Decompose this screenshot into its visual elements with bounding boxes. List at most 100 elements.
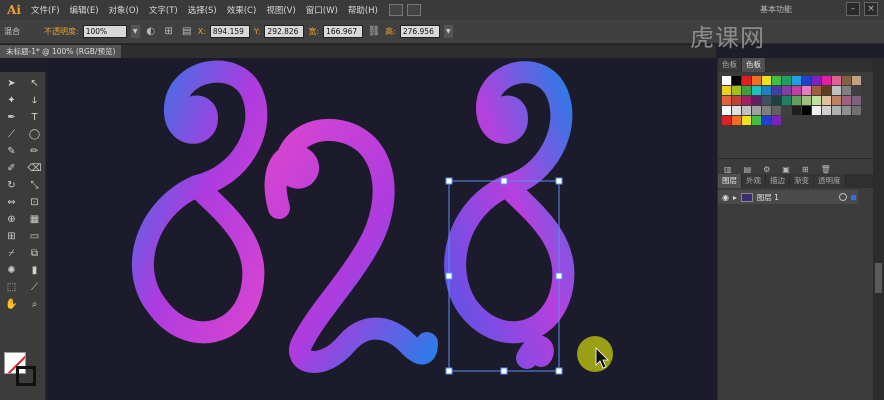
color-swatch[interactable] xyxy=(772,106,781,115)
visibility-eye-icon[interactable]: ◉ xyxy=(722,193,729,202)
gradient-tool-icon[interactable]: ▭ xyxy=(25,229,44,244)
color-swatch[interactable] xyxy=(832,76,841,85)
layer-target-icon[interactable] xyxy=(839,193,847,201)
tab-swatches[interactable]: 色板 xyxy=(742,58,766,72)
color-swatch[interactable] xyxy=(722,116,731,125)
new-color-group-icon[interactable]: ▣ xyxy=(782,165,790,174)
color-swatch[interactable] xyxy=(822,86,831,95)
x-input[interactable]: 894.159 xyxy=(209,25,250,38)
tab-gradient[interactable]: 渐变 xyxy=(790,174,814,188)
document-tab[interactable]: 未标题-1* @ 100% (RGB/预览) xyxy=(0,45,122,58)
y-input[interactable]: 292.826 xyxy=(264,25,305,38)
line-tool-icon[interactable]: ⟋ xyxy=(2,127,21,142)
menu-effect[interactable]: 效果(C) xyxy=(222,4,262,16)
tab-stroke[interactable]: 描边 xyxy=(766,174,790,188)
layer-name[interactable]: 图层 1 xyxy=(757,192,779,203)
pencil-tool-icon[interactable]: ✏ xyxy=(25,144,44,159)
menu-object[interactable]: 对象(O) xyxy=(104,4,144,16)
color-swatch[interactable] xyxy=(752,86,761,95)
color-swatch[interactable] xyxy=(812,76,821,85)
layer-selection-indicator[interactable] xyxy=(851,194,856,200)
color-swatch[interactable] xyxy=(782,96,791,105)
color-swatch[interactable] xyxy=(812,86,821,95)
color-swatch[interactable] xyxy=(832,106,841,115)
rotate-tool-icon[interactable]: ↻ xyxy=(2,178,21,193)
tab-layers[interactable]: 图层 xyxy=(718,174,742,188)
eraser-tool-icon[interactable]: ⌫ xyxy=(25,161,44,176)
color-swatch[interactable] xyxy=(732,86,741,95)
workspace-switcher[interactable]: 基本功能 xyxy=(760,4,792,15)
mesh-tool-icon[interactable]: ⊞ xyxy=(2,229,21,244)
color-swatch[interactable] xyxy=(752,96,761,105)
color-swatch[interactable] xyxy=(802,106,811,115)
color-swatch[interactable] xyxy=(822,76,831,85)
color-swatch[interactable] xyxy=(772,96,781,105)
selection-tool-icon[interactable]: ➤ xyxy=(2,76,21,91)
artboard-tool-icon[interactable]: ⬚ xyxy=(2,280,21,295)
close-icon[interactable]: × xyxy=(864,2,878,16)
delete-swatch-icon[interactable]: 🗑 xyxy=(821,165,831,174)
expand-arrow-icon[interactable]: ▸ xyxy=(733,193,737,202)
color-swatch[interactable] xyxy=(782,106,791,115)
blend-tool-icon[interactable]: ⧉ xyxy=(25,246,44,261)
bridge-button[interactable] xyxy=(388,4,403,16)
color-swatch[interactable] xyxy=(782,76,791,85)
opacity-label[interactable]: 不透明度: xyxy=(44,26,79,37)
color-swatch[interactable] xyxy=(842,106,851,115)
color-swatch[interactable] xyxy=(752,116,761,125)
height-dropdown[interactable]: ▼ xyxy=(443,25,453,38)
swatch-kind-icon[interactable]: ▤ xyxy=(744,165,752,174)
color-swatch[interactable] xyxy=(732,106,741,115)
color-swatch[interactable] xyxy=(722,106,731,115)
color-swatch[interactable] xyxy=(762,106,771,115)
shape-builder-tool-icon[interactable]: ⊕ xyxy=(2,212,21,227)
new-swatch-icon[interactable]: ⊞ xyxy=(802,165,809,174)
color-swatch[interactable] xyxy=(802,76,811,85)
width-input[interactable]: 166.967 xyxy=(323,25,364,38)
scale-tool-icon[interactable]: ⤡ xyxy=(25,178,44,193)
color-swatch[interactable] xyxy=(772,116,781,125)
reference-point-icon[interactable]: ⊞ xyxy=(162,25,176,39)
color-swatch[interactable] xyxy=(722,86,731,95)
opacity-dropdown[interactable]: ▼ xyxy=(130,25,140,38)
tab-appearance[interactable]: 外观 xyxy=(742,174,766,188)
color-swatch[interactable] xyxy=(752,106,761,115)
color-swatch[interactable] xyxy=(732,96,741,105)
swatch-options-icon[interactable]: ⚙ xyxy=(763,165,770,174)
color-swatch[interactable] xyxy=(812,96,821,105)
color-swatch[interactable] xyxy=(852,96,861,105)
color-swatch[interactable] xyxy=(742,76,751,85)
hand-tool-icon[interactable]: ✋ xyxy=(2,297,21,312)
color-swatch[interactable] xyxy=(762,86,771,95)
minimize-icon[interactable]: – xyxy=(846,2,860,16)
menu-file[interactable]: 文件(F) xyxy=(26,4,65,16)
color-swatch[interactable] xyxy=(732,76,741,85)
color-swatch[interactable] xyxy=(762,116,771,125)
color-swatch[interactable] xyxy=(852,86,861,95)
scrollbar-thumb[interactable] xyxy=(875,263,882,293)
color-swatch[interactable] xyxy=(792,86,801,95)
free-transform-tool-icon[interactable]: ⊡ xyxy=(25,195,44,210)
recolor-icon[interactable]: ◐ xyxy=(144,25,158,39)
color-swatch[interactable] xyxy=(852,106,861,115)
slice-tool-icon[interactable]: ⟋ xyxy=(25,280,44,295)
color-swatch[interactable] xyxy=(742,106,751,115)
type-tool-icon[interactable]: T xyxy=(25,110,44,125)
paintbrush-tool-icon[interactable]: ✎ xyxy=(2,144,21,159)
color-swatch[interactable] xyxy=(842,96,851,105)
color-swatch[interactable] xyxy=(822,96,831,105)
color-swatch[interactable] xyxy=(772,76,781,85)
tab-swatches-alt[interactable]: 色板 xyxy=(718,58,742,72)
panel-scrollbar[interactable] xyxy=(873,58,884,400)
color-swatch[interactable] xyxy=(792,76,801,85)
magic-wand-tool-icon[interactable]: ✦ xyxy=(2,93,21,108)
menu-select[interactable]: 选择(S) xyxy=(183,4,222,16)
color-swatch[interactable] xyxy=(742,86,751,95)
color-swatch[interactable] xyxy=(722,76,731,85)
zoom-tool-icon[interactable]: ⌕ xyxy=(25,297,44,312)
layer-row[interactable]: ◉ ▸ 图层 1 xyxy=(718,190,858,204)
stroke-color-swatch[interactable] xyxy=(16,366,36,386)
menu-type[interactable]: 文字(T) xyxy=(144,4,183,16)
color-swatch[interactable] xyxy=(812,106,821,115)
arrange-documents-button[interactable] xyxy=(406,4,421,16)
